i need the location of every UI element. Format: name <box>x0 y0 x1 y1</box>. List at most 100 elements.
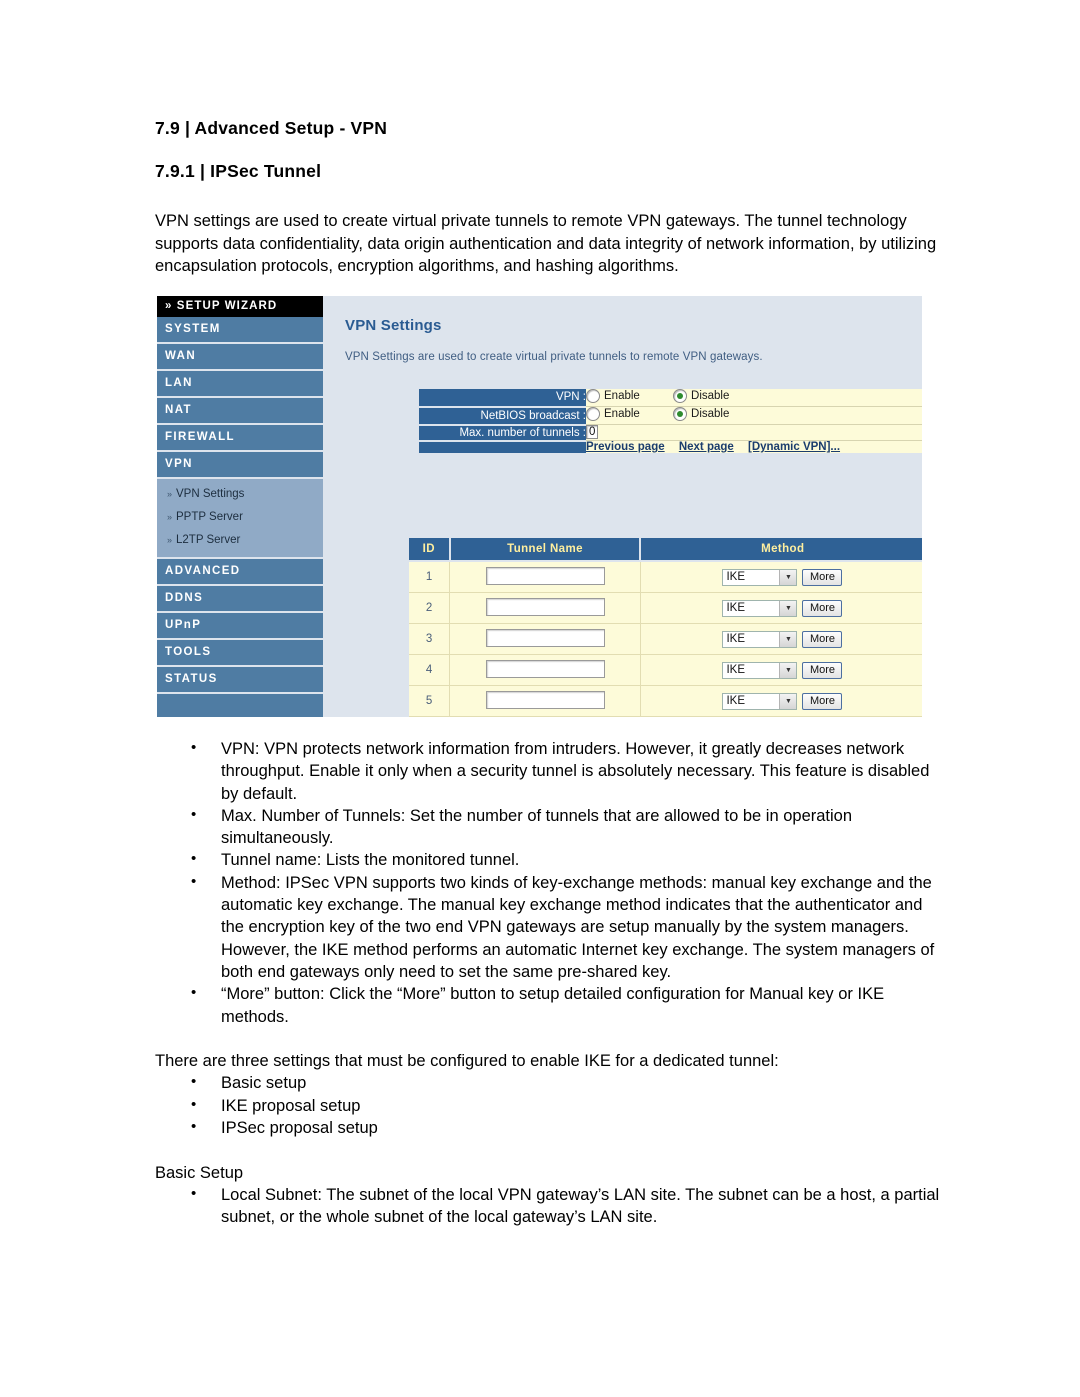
sidebar-item-status[interactable]: STATUS <box>157 667 323 694</box>
radio-netbios-enable[interactable]: Enable <box>586 407 640 421</box>
radio-netbios-disable[interactable]: Disable <box>673 407 729 421</box>
list-item: Local Subnet: The subnet of the local VP… <box>155 1183 945 1229</box>
tunnel-id: 2 <box>409 592 451 624</box>
list-item: VPN: VPN protects network information fr… <box>155 737 945 805</box>
dynamic-vpn-link[interactable]: [Dynamic VPN]... <box>748 441 840 453</box>
tunnel-name-input[interactable] <box>485 566 605 585</box>
settings-label-netbios: NetBIOS broadcast : <box>419 406 586 426</box>
sidebar-subitem-l2tp-server[interactable]: » L2TP Server <box>157 529 323 552</box>
chevron-right-icon: » <box>167 489 173 499</box>
double-chevron-right-icon: » <box>165 300 177 312</box>
column-header-method: Method <box>640 538 922 562</box>
tunnel-table: ID Tunnel Name Method 1 IKE ▼ More 2 IKE… <box>409 538 922 717</box>
basic-setup-heading: Basic Setup <box>155 1163 244 1182</box>
radio-selected-icon <box>673 389 688 403</box>
more-button[interactable]: More <box>802 692 843 710</box>
radio-label: Disable <box>691 408 730 420</box>
previous-page-link[interactable]: Previous page <box>586 441 665 453</box>
feature-bullet-list: VPN: VPN protects network information fr… <box>155 737 945 1028</box>
settings-row-max-tunnels: Max. number of tunnels : 0 <box>419 424 922 442</box>
max-tunnels-input[interactable]: 0 <box>586 425 599 439</box>
tunnel-id: 1 <box>409 561 451 593</box>
list-item: IKE proposal setup <box>155 1094 945 1117</box>
tunnel-id: 5 <box>409 685 451 717</box>
list-item: “More” button: Click the “More” button t… <box>155 982 945 1028</box>
chevron-down-icon: ▼ <box>779 693 797 709</box>
list-item: Basic setup <box>155 1071 945 1094</box>
table-row: 4 IKE ▼ More <box>409 654 922 686</box>
sidebar-subitem-label: L2TP Server <box>176 534 241 546</box>
method-select[interactable]: IKE ▼ <box>722 692 798 710</box>
sidebar-item-nat[interactable]: NAT <box>157 398 323 425</box>
sidebar-submenu-vpn: » VPN Settings » PPTP Server » L2TP Server <box>157 479 323 559</box>
radio-label: Disable <box>691 390 730 402</box>
method-select-value: IKE <box>726 664 746 676</box>
sidebar-item-wan[interactable]: WAN <box>157 344 323 371</box>
settings-label-vpn: VPN : <box>419 389 586 408</box>
next-page-link[interactable]: Next page <box>679 441 734 453</box>
list-item: Method: IPSec VPN supports two kinds of … <box>155 871 945 983</box>
sidebar-item-label: SETUP WIZARD <box>176 300 278 312</box>
tunnel-name-input[interactable] <box>485 597 605 616</box>
sidebar-item-firewall[interactable]: FIREWALL <box>157 425 323 452</box>
sidebar-subitem-label: PPTP Server <box>176 511 243 523</box>
sidebar-item-advanced[interactable]: ADVANCED <box>157 559 323 586</box>
main-panel: VPN Settings VPN Settings are used to cr… <box>323 296 922 717</box>
tunnel-method-cell: IKE ▼ More <box>640 592 922 624</box>
tunnel-name-cell <box>449 623 641 655</box>
radio-icon <box>586 389 600 403</box>
sidebar-item-upnp[interactable]: UPnP <box>157 613 323 640</box>
panel-title: VPN Settings <box>345 317 442 334</box>
sidebar-item-lan[interactable]: LAN <box>157 371 323 398</box>
sidebar-subitem-vpn-settings[interactable]: » VPN Settings <box>157 483 323 506</box>
sidebar-item-ddns[interactable]: DDNS <box>157 586 323 613</box>
radio-icon <box>586 407 600 421</box>
explanation-section: VPN: VPN protects network information fr… <box>155 737 945 1229</box>
more-button[interactable]: More <box>802 599 843 617</box>
method-select-value: IKE <box>726 571 746 583</box>
tunnel-id: 4 <box>409 654 451 686</box>
more-button[interactable]: More <box>802 568 843 586</box>
settings-label-max-tunnels: Max. number of tunnels : <box>419 424 586 442</box>
method-select[interactable]: IKE ▼ <box>722 599 798 617</box>
more-button[interactable]: More <box>802 630 843 648</box>
tunnel-name-cell <box>449 592 641 624</box>
tunnel-method-cell: IKE ▼ More <box>640 654 922 686</box>
column-header-id: ID <box>409 538 451 562</box>
settings-row-netbios: NetBIOS broadcast : Enable Disable <box>419 406 922 426</box>
list-item: IPSec proposal setup <box>155 1116 945 1139</box>
radio-vpn-disable[interactable]: Disable <box>673 389 729 403</box>
settings-row-vpn: VPN : Enable Disable <box>419 389 922 408</box>
sidebar-item-vpn[interactable]: VPN <box>157 452 323 479</box>
tunnel-name-input[interactable] <box>485 659 605 678</box>
section-heading: 7.9 | Advanced Setup - VPN <box>155 118 388 138</box>
router-ui-screenshot: » SETUP WIZARD SYSTEM WAN LAN NAT FIREWA… <box>157 296 922 717</box>
method-select-value: IKE <box>726 695 746 707</box>
method-select[interactable]: IKE ▼ <box>722 630 798 648</box>
sidebar-item-setup-wizard[interactable]: » SETUP WIZARD <box>157 296 323 317</box>
list-item: Tunnel name: Lists the monitored tunnel. <box>155 848 945 871</box>
method-select[interactable]: IKE ▼ <box>722 568 798 586</box>
tunnel-name-input[interactable] <box>485 690 605 709</box>
intro-paragraph: VPN settings are used to create virtual … <box>155 212 937 275</box>
ike-settings-list: Basic setup IKE proposal setup IPSec pro… <box>155 1071 945 1139</box>
sidebar-item-system[interactable]: SYSTEM <box>157 317 323 344</box>
panel-description: VPN Settings are used to create virtual … <box>345 351 763 363</box>
ike-intro-paragraph: There are three settings that must be co… <box>155 1052 779 1071</box>
subsection-heading: 7.9.1 | IPSec Tunnel <box>155 161 322 181</box>
method-select-value: IKE <box>726 602 746 614</box>
chevron-right-icon: » <box>167 512 173 522</box>
tunnel-name-cell <box>449 654 641 686</box>
tunnel-method-cell: IKE ▼ More <box>640 561 922 593</box>
radio-label: Enable <box>604 408 640 420</box>
tunnel-name-input[interactable] <box>485 628 605 647</box>
sidebar-subitem-pptp-server[interactable]: » PPTP Server <box>157 506 323 529</box>
radio-vpn-enable[interactable]: Enable <box>586 389 640 403</box>
tunnel-id: 3 <box>409 623 451 655</box>
sidebar-item-tools[interactable]: TOOLS <box>157 640 323 667</box>
tunnel-name-cell <box>449 685 641 717</box>
more-button[interactable]: More <box>802 661 843 679</box>
method-select[interactable]: IKE ▼ <box>722 661 798 679</box>
document-text-block: 7.9 | Advanced Setup - VPN 7.9.1 | IPSec… <box>155 118 945 278</box>
